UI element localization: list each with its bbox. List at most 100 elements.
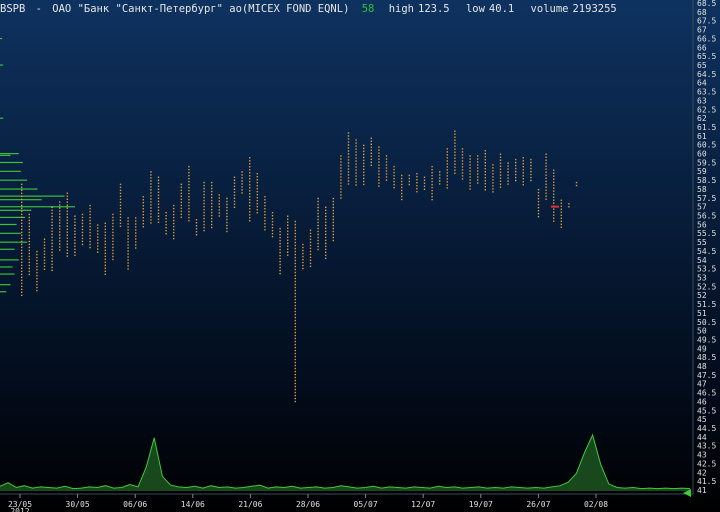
price-dot [66,192,68,194]
price-dot [28,240,30,243]
price-dot [97,251,99,253]
price-dot [211,208,213,211]
price-dot [317,239,319,242]
price-dot [119,198,122,201]
price-dot [241,180,243,182]
price-dot [271,220,274,223]
price-dot [28,222,30,225]
price-dot [21,198,23,201]
price-dot [150,207,152,209]
price-dot [393,174,395,177]
price-dot [332,197,334,200]
y-tick-label: 50.5 [697,318,716,327]
price-dot [104,228,106,230]
price-dot [81,243,84,246]
price-dot [74,245,76,247]
price-dot [135,241,137,243]
price-dot [294,376,296,379]
price-dot [294,301,296,304]
price-dot [157,194,160,196]
price-dot [294,250,296,253]
price-dot [499,165,502,167]
price-dot [21,213,23,216]
price-dot [530,170,532,173]
x-tick-label: 21/06 [238,500,262,509]
price-dot [180,210,182,213]
price-chart[interactable]: 68.56867.56766.56665.56564.56463.56362.5… [0,0,720,512]
price-dot [279,239,281,242]
price-dot [51,245,53,248]
price-dot [142,211,144,213]
price-dot [363,165,365,168]
price-dot [264,199,266,201]
price-dot [157,209,160,211]
profile-bar [0,291,7,293]
price-dot [302,267,304,270]
price-dot [264,214,266,216]
price-dot [355,178,357,180]
y-tick-label: 62.5 [697,105,716,114]
price-dot [264,229,266,231]
price-dot [370,152,372,154]
price-dot [104,222,106,224]
price-dot [256,212,258,214]
price-dot [59,216,61,218]
price-dot [188,213,190,216]
price-dot [241,186,243,188]
price-dot [461,166,464,168]
price-dot [363,162,365,165]
y-tick-label: 43.5 [697,442,716,451]
price-dot [195,225,198,227]
price-dot [522,166,524,168]
price-dot [325,206,327,209]
price-dot [477,164,479,166]
price-dot [256,182,258,184]
price-dot [150,192,152,194]
price-dot [378,149,380,151]
price-dot [355,181,357,183]
price-dot [142,217,144,219]
company-name: ОАО "Банк "Санкт-Петербург" ао(MICEX FON… [52,3,350,15]
price-dot [545,198,547,200]
price-dot [241,189,243,191]
price-dot [74,230,76,232]
price-dot [347,135,350,137]
price-dot [59,234,61,236]
price-dot [226,230,228,233]
price-dot [36,253,38,256]
price-dot [309,238,312,241]
price-dot [325,257,327,260]
price-dot [568,206,570,208]
price-dot [461,163,464,165]
price-dot [135,226,137,228]
price-dot [423,176,426,178]
price-dot [135,229,137,231]
price-dot [180,183,182,186]
price-dot [347,144,350,146]
profile-bar [0,232,21,234]
price-dot [66,231,68,233]
price-dot [157,185,160,187]
price-dot [142,223,144,225]
price-dot [363,156,365,159]
price-dot [135,232,137,234]
price-dot [332,230,334,233]
price-dot [454,160,456,162]
price-dot [537,200,540,203]
price-dot [454,163,456,165]
price-dot [530,161,532,164]
price-dot [530,167,532,170]
price-dot [188,216,190,219]
price-dot [89,213,91,216]
price-dot [188,171,190,174]
price-dot [28,249,30,252]
price-dot [484,176,486,179]
price-dot [522,163,524,165]
price-dot [28,243,30,246]
price-dot [119,222,122,225]
y-tick-label: 43 [697,451,707,460]
price-dot [401,192,403,195]
price-dot [173,225,175,228]
price-dot [378,176,380,178]
price-dot [332,203,334,206]
